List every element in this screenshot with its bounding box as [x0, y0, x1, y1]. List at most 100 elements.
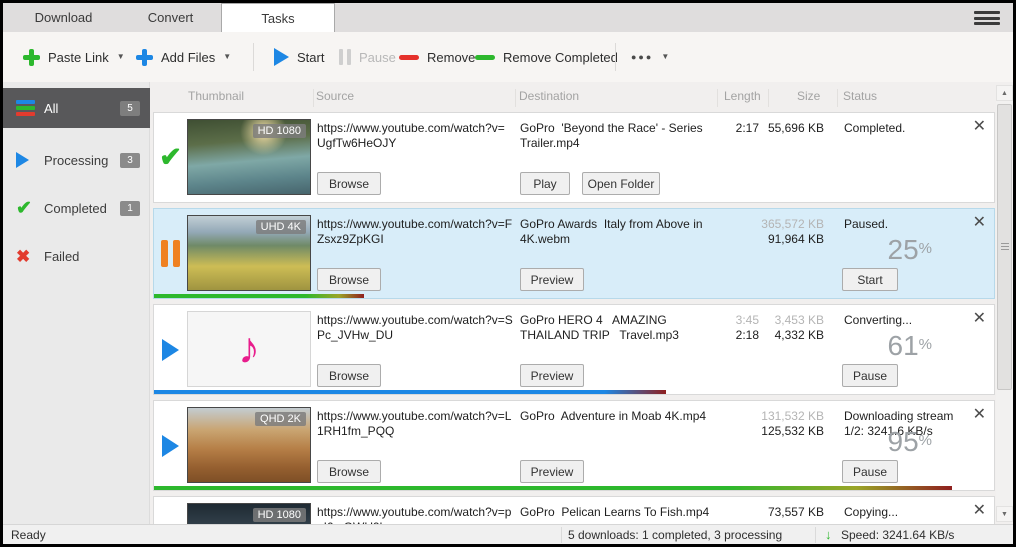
hamburger-menu-icon[interactable] — [974, 11, 1000, 25]
preview-button[interactable]: Preview — [520, 268, 584, 291]
sidebar-item-all[interactable]: All 5 — [3, 88, 150, 128]
size-done: 4,332 KB — [775, 328, 824, 342]
quality-badge: HD 1080 — [253, 124, 306, 138]
close-icon[interactable]: ✕ — [973, 215, 986, 231]
vertical-scrollbar[interactable]: ▲ ▼ — [996, 85, 1013, 522]
destination-filename: GoPro 'Beyond the Race' - Series Trailer… — [520, 121, 722, 151]
status-text: Converting... — [844, 313, 976, 328]
browse-button[interactable]: Browse — [317, 460, 381, 483]
table-header: Thumbnail Source Destination Length Size… — [150, 82, 996, 108]
paste-link-label: Paste Link — [48, 50, 109, 65]
chevron-down-icon[interactable]: ▼ — [117, 53, 125, 61]
tab-convert[interactable]: Convert — [118, 3, 223, 32]
speed-indicator: Speed: 3241.64 KB/s — [841, 528, 954, 542]
check-icon: ✔ — [154, 113, 187, 202]
remove-button[interactable]: Remove — [399, 32, 475, 82]
close-icon[interactable]: ✕ — [973, 407, 986, 423]
length-total: 3:45 — [736, 313, 759, 327]
source-url: https://www.youtube.com/watch?v=FZsxz9Zp… — [317, 217, 513, 247]
preview-button[interactable]: Preview — [520, 364, 584, 387]
length-done: 2:18 — [736, 328, 759, 342]
scrollbar-thumb[interactable] — [997, 104, 1012, 390]
tab-tasks[interactable]: Tasks — [221, 3, 335, 32]
downloads-summary: 5 downloads: 1 completed, 3 processing — [568, 528, 782, 542]
col-source: Source — [316, 89, 354, 103]
remove-label: Remove — [427, 50, 475, 65]
progress-bar — [154, 390, 994, 394]
col-length: Length — [724, 89, 761, 103]
task-row[interactable]: ✔ HD 1080 https://www.youtube.com/watch?… — [153, 112, 995, 203]
remove-completed-button[interactable]: Remove Completed — [475, 32, 618, 82]
count-badge: 1 — [120, 201, 140, 216]
thumbnail-music-note: ♪ — [187, 311, 311, 387]
statusbar-separator — [815, 527, 816, 543]
task-row[interactable]: HD 1080 https://www.youtube.com/watch?v=… — [153, 496, 995, 524]
destination-filename: GoPro Pelican Learns To Fish.mp4 — [520, 505, 722, 520]
col-destination: Destination — [519, 89, 579, 103]
status-ready: Ready — [11, 528, 46, 542]
count-badge: 5 — [120, 101, 140, 116]
progress-bar — [154, 294, 994, 298]
sidebar-item-completed[interactable]: ✔ Completed 1 — [3, 190, 150, 226]
close-icon[interactable]: ✕ — [973, 311, 986, 327]
progress-percent: 25% — [888, 234, 933, 266]
tab-bar: Download Convert Tasks — [3, 3, 1013, 32]
check-icon: ✔ — [16, 199, 40, 218]
size-value: 131,532 KB 125,532 KB — [761, 409, 824, 439]
pause-button[interactable]: Pause — [842, 364, 898, 387]
sidebar-item-processing[interactable]: Processing 3 — [3, 142, 150, 178]
task-row[interactable]: UHD 4K https://www.youtube.com/watch?v=F… — [153, 208, 995, 299]
preview-button[interactable]: Preview — [520, 460, 584, 483]
tab-download[interactable]: Download — [11, 3, 116, 32]
more-options-button[interactable]: ●●● ▼ — [631, 32, 669, 82]
scroll-down-icon[interactable]: ▼ — [996, 506, 1013, 522]
close-icon[interactable]: ✕ — [973, 119, 986, 135]
thumbnail-pelican: HD 1080 — [187, 503, 311, 524]
start-button[interactable]: Start — [274, 32, 324, 82]
progress-percent: 95% — [888, 426, 933, 458]
open-folder-button[interactable]: Open Folder — [582, 172, 660, 195]
pause-button[interactable]: Pause — [339, 32, 396, 82]
thumbnail-desert-hiker: QHD 2K — [187, 407, 311, 483]
size-total: 3,453 KB — [775, 313, 824, 327]
status-text: Copying... — [844, 505, 976, 520]
play-icon — [154, 305, 187, 394]
pause-icon — [339, 49, 351, 65]
scroll-up-icon[interactable]: ▲ — [996, 85, 1013, 101]
close-icon[interactable]: ✕ — [973, 503, 986, 519]
pause-label: Pause — [359, 50, 396, 65]
browse-button[interactable]: Browse — [317, 268, 381, 291]
source-url: https://www.youtube.com/watch?v=UgfTw6He… — [317, 121, 513, 151]
length-value: 3:45 2:18 — [736, 313, 759, 343]
source-url: https://www.youtube.com/watch?v=puI0mOWU… — [317, 505, 513, 524]
size-value: 3,453 KB 4,332 KB — [775, 313, 824, 343]
pause-button[interactable]: Pause — [842, 460, 898, 483]
minus-icon — [399, 55, 419, 60]
browse-button[interactable]: Browse — [317, 364, 381, 387]
quality-badge: UHD 4K — [256, 220, 306, 234]
task-row[interactable]: QHD 2K https://www.youtube.com/watch?v=L… — [153, 400, 995, 491]
window-content: Download Convert Tasks Paste Link ▼ Add … — [3, 3, 1013, 544]
status-bar: Ready 5 downloads: 1 completed, 3 proces… — [3, 524, 1013, 544]
chevron-down-icon[interactable]: ▼ — [661, 53, 669, 61]
pause-icon — [154, 209, 187, 298]
play-button[interactable]: Play — [520, 172, 570, 195]
all-lists-icon — [16, 100, 40, 116]
progress-percent: 61% — [888, 330, 933, 362]
size-value: 55,696 KB — [768, 121, 824, 136]
col-size: Size — [797, 89, 820, 103]
size-value: 73,557 KB — [768, 505, 824, 520]
task-row[interactable]: ♪ https://www.youtube.com/watch?v=SPc_JV… — [153, 304, 995, 395]
statusbar-separator — [561, 527, 562, 543]
size-total: 131,532 KB — [761, 409, 824, 423]
size-value: 365,572 KB 91,964 KB — [761, 217, 824, 247]
paste-link-button[interactable]: Paste Link ▼ — [23, 32, 125, 82]
add-files-label: Add Files — [161, 50, 215, 65]
start-button[interactable]: Start — [842, 268, 898, 291]
col-thumbnail: Thumbnail — [188, 89, 244, 103]
sidebar-item-failed[interactable]: ✖ Failed — [3, 238, 150, 274]
minus-icon — [475, 55, 495, 60]
add-files-button[interactable]: Add Files ▼ — [136, 32, 231, 82]
browse-button[interactable]: Browse — [317, 172, 381, 195]
chevron-down-icon[interactable]: ▼ — [223, 53, 231, 61]
